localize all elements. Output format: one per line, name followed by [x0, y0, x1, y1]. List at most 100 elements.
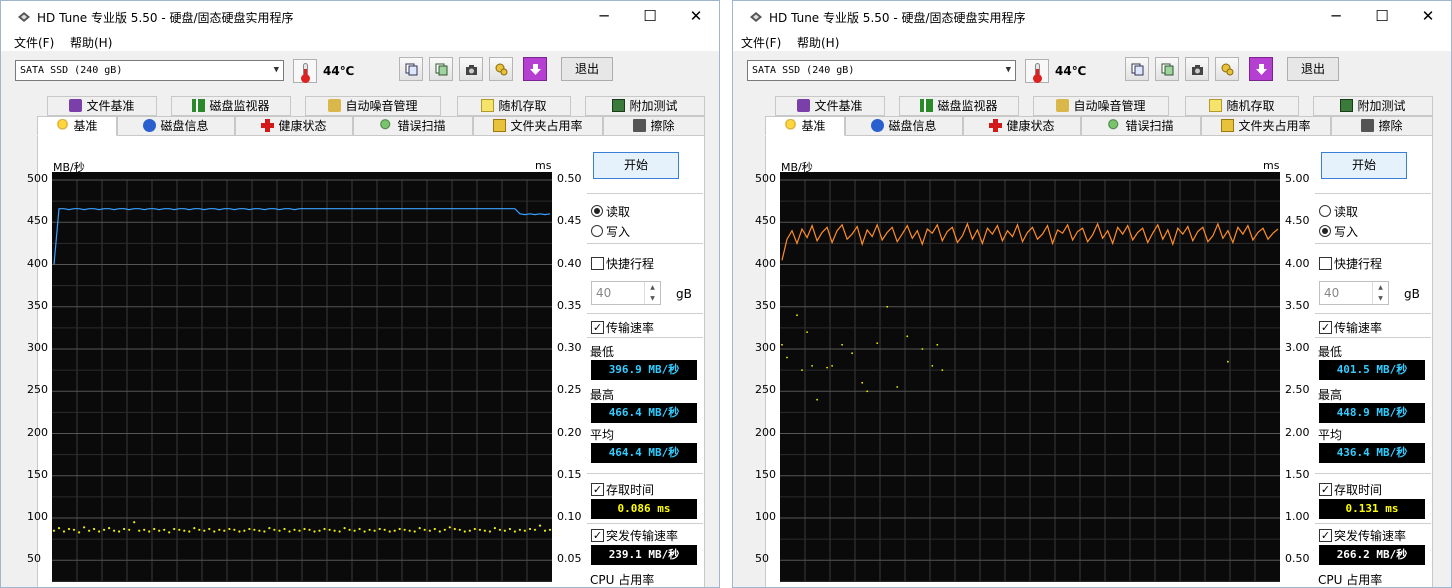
screenshot-button[interactable] [459, 57, 483, 81]
access-time-point [463, 530, 466, 533]
transfer-rate-checkbox[interactable]: ✓ [1319, 321, 1332, 334]
short-stroke-input[interactable]: 40 ▲ ▼ [1319, 281, 1389, 305]
close-button[interactable]: ✕ [673, 1, 719, 33]
tab-erase[interactable]: 擦除 [603, 116, 705, 136]
access-time-point [188, 530, 191, 533]
separator [1315, 243, 1431, 244]
burst-rate-label: 突发传输速率 [1334, 529, 1407, 543]
cpu-usage-label: CPU 占用率 [590, 573, 655, 587]
tab-benchmark[interactable]: 基准 [765, 116, 845, 136]
random-access-icon [481, 99, 495, 112]
short-stroke-checkbox[interactable] [591, 257, 604, 270]
access-time-point [138, 529, 141, 532]
y-tick-label: 500 [27, 172, 48, 185]
tab-disk-monitor[interactable]: 磁盘监视器 [899, 96, 1019, 116]
access-time-point [208, 527, 211, 531]
screenshot-button[interactable] [1185, 57, 1209, 81]
write-radio[interactable] [591, 225, 603, 237]
spin-arrows-icon[interactable]: ▲ ▼ [644, 282, 660, 304]
tab-random-access[interactable]: 随机存取 [457, 96, 571, 116]
minimize-button[interactable]: ─ [1313, 1, 1359, 33]
burst-rate-checkbox[interactable]: ✓ [591, 529, 604, 542]
separator [587, 243, 703, 244]
tab-aam[interactable]: 自动噪音管理 [305, 96, 441, 116]
access-time-label: 存取时间 [1334, 483, 1383, 497]
tab-health[interactable]: 健康状态 [963, 116, 1081, 136]
transfer-rate-checkbox[interactable]: ✓ [591, 321, 604, 334]
access-time-point [483, 529, 486, 532]
file-benchmark-icon [69, 99, 83, 112]
menu-file[interactable]: 文件(F) [14, 34, 54, 51]
save-button[interactable] [1249, 57, 1273, 81]
tab-folder-usage[interactable]: 文件夹占用率 [1201, 116, 1331, 136]
drive-select[interactable]: SATA SSD (240 gB) ▼ [747, 60, 1016, 81]
copy-icon [1131, 63, 1144, 76]
tools-icon [495, 63, 508, 76]
access-time-point [428, 529, 431, 532]
access-time-point [861, 381, 864, 384]
tab-health[interactable]: 健康状态 [235, 116, 353, 136]
window-title: HD Tune 专业版 5.50 - 硬盘/固态硬盘实用程序 [37, 11, 294, 25]
burst-rate-checkbox[interactable]: ✓ [1319, 529, 1332, 542]
minimize-button[interactable]: ─ [581, 1, 627, 33]
tab-folder-usage[interactable]: 文件夹占用率 [473, 116, 603, 136]
access-time-point [93, 527, 96, 531]
copy-text-button[interactable] [399, 57, 423, 81]
maximize-button[interactable]: ☐ [1359, 1, 1405, 33]
tab-error-scan[interactable]: 错误扫描 [353, 116, 473, 136]
copy-image-button[interactable] [429, 57, 453, 81]
maximize-button[interactable]: ☐ [627, 1, 673, 33]
exit-button[interactable]: 退出 [561, 57, 613, 81]
access-time-point [198, 528, 201, 531]
access-time-point [896, 386, 899, 388]
start-button[interactable]: 开始 [1321, 152, 1407, 179]
read-radio[interactable] [591, 205, 603, 217]
spin-arrows-icon[interactable]: ▲ ▼ [1372, 282, 1388, 304]
short-stroke-label: 快捷行程 [1334, 257, 1383, 271]
tab-benchmark[interactable]: 基准 [37, 116, 117, 136]
write-radio[interactable] [1319, 225, 1331, 237]
min-value: 401.5 MB/秒 [1319, 360, 1425, 380]
y2-tick-label: 0.25 [557, 383, 582, 397]
tab-random-access[interactable]: 随机存取 [1185, 96, 1299, 116]
tab-error-scan[interactable]: 错误扫描 [1081, 116, 1201, 136]
tab-label: 错误扫描 [397, 119, 446, 133]
access-time-point [413, 530, 416, 533]
drive-select[interactable]: SATA SSD (240 gB) ▼ [15, 60, 284, 81]
short-stroke-input[interactable]: 40 ▲ ▼ [591, 281, 661, 305]
tab-disk-info[interactable]: 磁盘信息 [845, 116, 963, 136]
copy-image-button[interactable] [1155, 57, 1179, 81]
tab-extra-tests[interactable]: 附加测试 [1313, 96, 1433, 116]
exit-button[interactable]: 退出 [1287, 57, 1339, 81]
tab-file-benchmark[interactable]: 文件基准 [47, 96, 157, 116]
y2-tick-label: 0.35 [557, 298, 582, 312]
copy-text-button[interactable] [1125, 57, 1149, 81]
close-button[interactable]: ✕ [1405, 1, 1451, 33]
menu-help[interactable]: 帮助(H) [70, 34, 112, 51]
tab-erase[interactable]: 擦除 [1331, 116, 1433, 136]
options-button[interactable] [489, 57, 513, 81]
tab-label: 磁盘信息 [888, 119, 937, 133]
tab-disk-info[interactable]: 磁盘信息 [117, 116, 235, 136]
read-radio[interactable] [1319, 205, 1331, 217]
menu-help[interactable]: 帮助(H) [797, 34, 839, 51]
start-button[interactable]: 开始 [593, 152, 679, 179]
menu-file[interactable]: 文件(F) [741, 34, 781, 51]
short-stroke-checkbox[interactable] [1319, 257, 1332, 270]
save-button[interactable] [523, 57, 547, 81]
thermometer-icon [293, 59, 317, 83]
tab-aam[interactable]: 自动噪音管理 [1033, 96, 1169, 116]
tab-disk-monitor[interactable]: 磁盘监视器 [171, 96, 291, 116]
access-time-point [62, 530, 66, 533]
menu-bar: 文件(F) 帮助(H) [733, 33, 1451, 51]
control-panel: 开始 读取 写入 快捷行程 40 ▲ ▼ gB ✓ 传输速率 最低 396.9 MB… [585, 135, 705, 587]
tab-file-benchmark[interactable]: 文件基准 [775, 96, 885, 116]
window-left: HD Tune 专业版 5.50 - 硬盘/固态硬盘实用程序 ─ ☐ ✕ 文件(… [0, 0, 720, 588]
tab-extra-tests[interactable]: 附加测试 [585, 96, 705, 116]
access-time-checkbox[interactable]: ✓ [1319, 483, 1332, 496]
access-time-point [443, 528, 446, 531]
access-time-checkbox[interactable]: ✓ [591, 483, 604, 496]
options-button[interactable] [1215, 57, 1239, 81]
y-axis-unit: MB/秒 [781, 161, 813, 174]
tab-label: 自动噪音管理 [345, 99, 418, 113]
